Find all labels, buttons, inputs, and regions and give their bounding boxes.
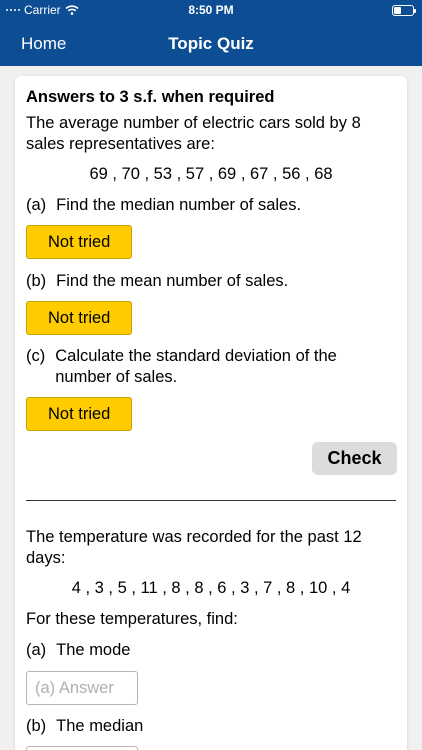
part-b-status-button[interactable]: Not tried xyxy=(26,301,133,335)
part-label: (a) xyxy=(26,196,47,214)
question2-part-a: (a) The mode xyxy=(26,640,130,661)
part-label: (b) xyxy=(26,272,47,290)
part-c-status-button[interactable]: Not tried xyxy=(26,397,133,431)
question-divider xyxy=(26,500,396,501)
part-a-answer-input[interactable] xyxy=(26,671,138,705)
question1-part-a: (a) Find the median number of sales. xyxy=(26,195,396,216)
question1-heading: Answers to 3 s.f. when required xyxy=(26,88,275,106)
quiz-card: Answers to 3 s.f. when required The aver… xyxy=(15,76,407,750)
part-text: Calculate the standard deviation of the … xyxy=(55,347,337,386)
part-text: The mode xyxy=(56,641,131,659)
navigation-bar: Home Topic Quiz xyxy=(0,22,422,66)
part-text: Find the mean number of sales. xyxy=(56,272,289,290)
question1-prompt: The average number of electric cars sold… xyxy=(26,114,361,153)
question2-part-b: (b) The median xyxy=(26,716,143,737)
status-bar: Carrier 8:50 PM xyxy=(0,0,422,22)
part-label: (c) xyxy=(26,347,46,365)
quiz-scroll-area[interactable]: Answers to 3 s.f. when required The aver… xyxy=(0,66,422,750)
part-text: The median xyxy=(56,717,144,735)
page-title: Topic Quiz xyxy=(168,34,254,53)
part-a-status-button[interactable]: Not tried xyxy=(26,225,133,259)
question1-data: 69 , 70 , 53 , 57 , 69 , 67 , 56 , 68 xyxy=(89,165,333,183)
question1-part-c: (c) Calculate the standard deviation of … xyxy=(26,346,376,388)
question1-part-b: (b) Find the mean number of sales. xyxy=(26,271,396,292)
part-b-answer-input[interactable] xyxy=(26,746,138,750)
part-label: (b) xyxy=(26,717,47,735)
clock: 8:50 PM xyxy=(188,3,234,17)
question2-instruction: For these temperatures, find: xyxy=(26,610,238,628)
part-label: (a) xyxy=(26,641,47,659)
check-button[interactable]: Check xyxy=(312,442,397,475)
part-text: Find the median number of sales. xyxy=(56,196,302,214)
question2-prompt: The temperature was recorded for the pas… xyxy=(26,528,362,567)
battery-icon xyxy=(392,5,416,16)
question2-data: 4 , 3 , 5 , 11 , 8 , 8 , 6 , 3 , 7 , 8 ,… xyxy=(71,579,351,597)
